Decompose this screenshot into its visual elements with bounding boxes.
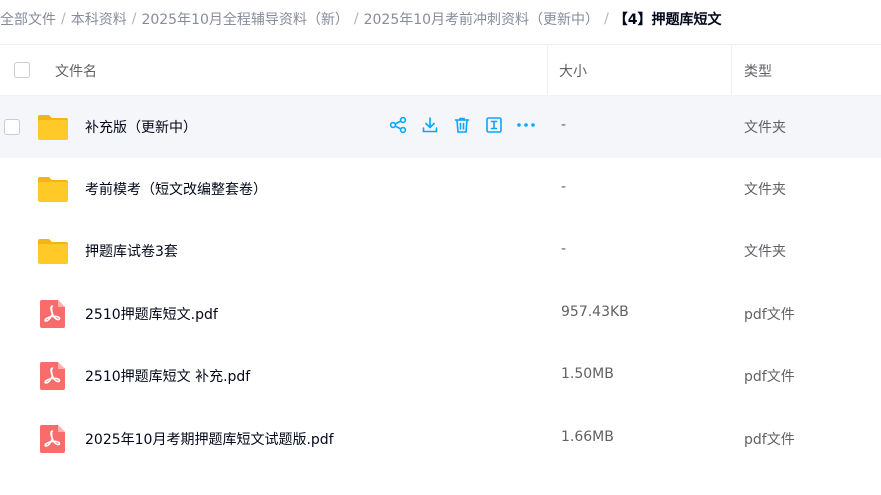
file-size: 1.66MB [561,429,614,445]
file-size: - [561,179,567,195]
file-name[interactable]: 2510押题库短文.pdf [85,304,218,324]
download-icon[interactable] [420,114,440,136]
breadcrumb-item-undergrad[interactable]: 本科资料 [71,9,127,29]
file-name[interactable]: 考前模考（短文改编整套卷） [85,179,267,199]
folder-icon [38,115,68,140]
file-type: 文件夹 [744,120,786,136]
breadcrumb: 全部文件 / 本科资料 / 2025年10月全程辅导资料（新） / 2025年1… [0,0,881,38]
pdf-icon [40,425,65,453]
folder-icon [38,239,68,264]
breadcrumb-separator: / [604,11,609,27]
pdf-icon [40,300,65,328]
column-header-size[interactable]: 大小 [559,61,587,81]
file-size: 957.43KB [561,304,629,320]
select-all-checkbox[interactable] [14,62,30,78]
breadcrumb-item-all-files[interactable]: 全部文件 [0,9,56,29]
file-size: 1.50MB [561,366,614,382]
breadcrumb-separator: / [61,11,66,27]
file-row[interactable]: 押题库试卷3套 - 文件夹 [0,220,881,282]
row-checkbox[interactable] [4,119,20,135]
folder-icon [38,177,68,202]
file-type: 文件夹 [744,244,786,260]
file-table-header: 文件名 大小 类型 [0,44,881,96]
file-type: pdf文件 [744,307,795,323]
breadcrumb-separator: / [353,11,359,27]
file-row[interactable]: 补充版（更新中） - 文件夹 [0,96,881,158]
file-row[interactable]: 2510押题库短文.pdf 957.43KB pdf文件 [0,283,881,345]
file-type: pdf文件 [744,369,795,385]
file-size: - [561,117,567,133]
more-icon[interactable] [516,114,536,136]
file-row[interactable]: 2025年10月考期押题库短文试题版.pdf 1.66MB pdf文件 [0,408,881,470]
file-size: - [561,241,567,257]
file-name[interactable]: 2025年10月考期押题库短文试题版.pdf [85,429,334,449]
rename-icon[interactable] [484,114,504,136]
file-name[interactable]: 2510押题库短文 补充.pdf [85,366,250,386]
breadcrumb-item-sprint[interactable]: 2025年10月考前冲刺资料（更新中） [364,9,599,29]
file-type: 文件夹 [744,182,786,198]
breadcrumb-item-current: 【4】押题库短文 [613,12,722,28]
file-row[interactable]: 2510押题库短文 补充.pdf 1.50MB pdf文件 [0,345,881,407]
delete-icon[interactable] [452,114,472,136]
breadcrumb-item-full-course[interactable]: 2025年10月全程辅导资料（新） [141,9,348,29]
column-header-name[interactable]: 文件名 [55,61,97,81]
pdf-icon [40,362,65,390]
column-header-type[interactable]: 类型 [744,61,772,81]
file-type: pdf文件 [744,432,795,448]
file-name[interactable]: 补充版（更新中） [85,117,197,137]
column-divider[interactable] [731,45,732,95]
breadcrumb-separator: / [131,11,137,27]
file-row[interactable]: 考前模考（短文改编整套卷） - 文件夹 [0,158,881,220]
share-icon[interactable] [388,114,408,136]
file-name[interactable]: 押题库试卷3套 [85,241,178,261]
column-divider[interactable] [547,45,548,95]
row-actions [388,114,536,136]
